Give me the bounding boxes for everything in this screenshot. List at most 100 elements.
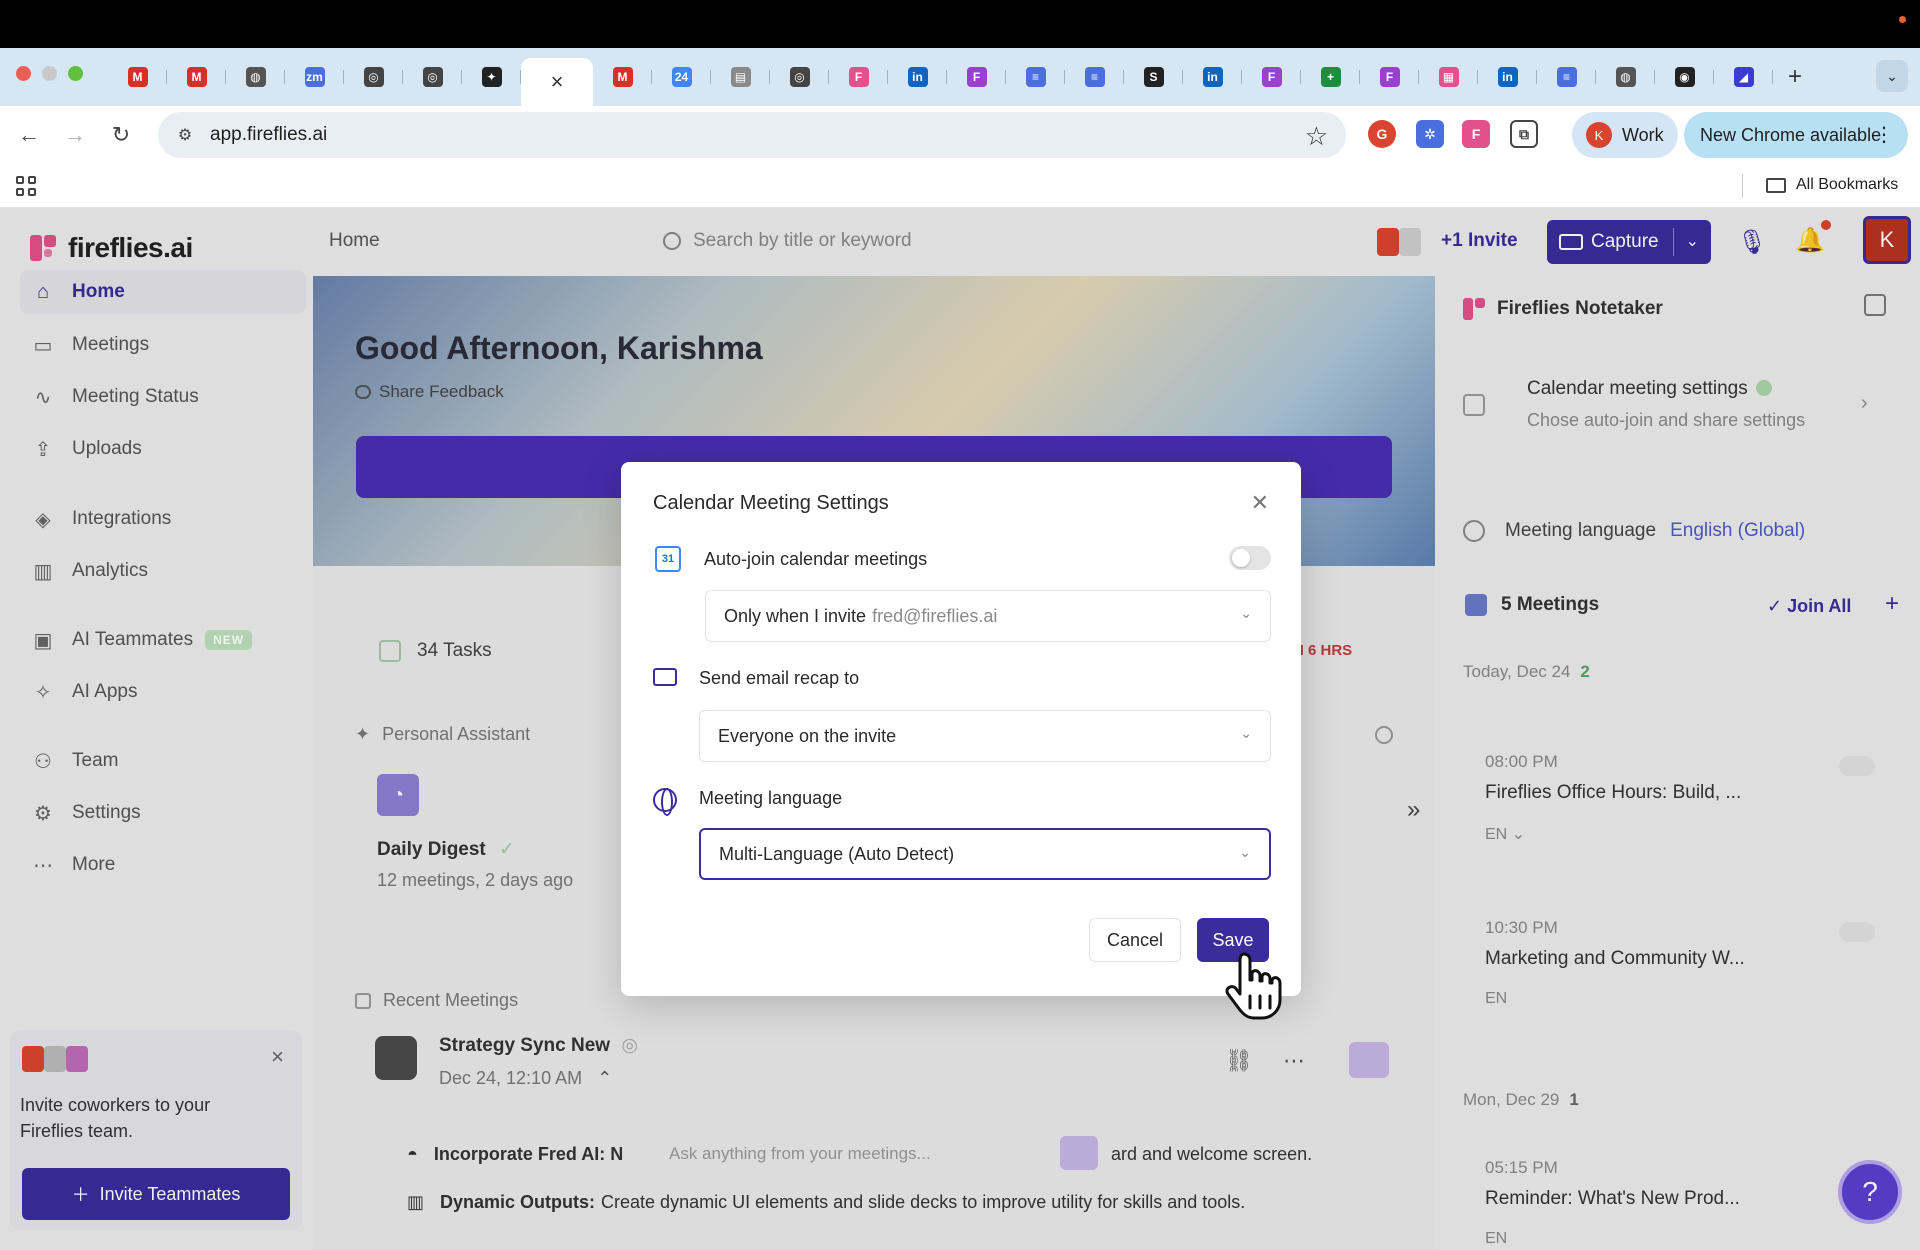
gmail-icon: M <box>612 67 633 87</box>
browser-tab[interactable]: F <box>829 58 888 96</box>
back-icon[interactable]: ← <box>14 120 44 150</box>
bookmark-star-icon[interactable]: ☆ <box>1305 121 1328 152</box>
browser-tab[interactable]: F <box>1242 58 1301 96</box>
fireflies-icon: F <box>848 67 869 87</box>
language-select[interactable]: Multi-Language (Auto Detect) ⌄ <box>699 828 1271 880</box>
close-icon[interactable]: ✕ <box>1251 490 1269 516</box>
browser-tab[interactable]: in <box>888 58 947 96</box>
recap-select[interactable]: Everyone on the invite ⌄ <box>699 710 1271 762</box>
browser-tab[interactable]: zm <box>285 58 344 96</box>
extension-fireflies-icon[interactable]: F <box>1462 120 1490 148</box>
url-text: app.fireflies.ai <box>210 124 328 145</box>
autojoin-select[interactable]: Only when I invite fred@fireflies.ai ⌄ <box>705 590 1271 642</box>
autojoin-select-value: Only when I invite <box>724 605 867 626</box>
extension-blue-icon[interactable]: ✲ <box>1416 120 1444 148</box>
autojoin-toggle[interactable] <box>1229 546 1271 570</box>
globe-icon: ◍ <box>245 67 266 87</box>
fireflies-app: fireflies.ai ⌂ Home ▭ Meetings ∿ Meeting Stat… <box>0 208 1920 1250</box>
autojoin-label: Auto-join calendar meetings <box>704 549 928 569</box>
modal-title: Calendar Meeting Settings <box>653 492 889 514</box>
openai-icon: ◎ <box>363 67 384 87</box>
browser-tab[interactable]: ◎ <box>403 58 462 96</box>
window-minimize-icon[interactable] <box>42 66 57 81</box>
fireflies-icon: F <box>966 67 987 87</box>
extension-red-icon[interactable]: G <box>1368 120 1396 148</box>
linkedin-icon: in <box>1497 67 1518 87</box>
browser-tab-active[interactable]: × <box>521 58 593 106</box>
browser-tab[interactable]: ◢ <box>1714 58 1773 96</box>
github-icon: ◉ <box>1674 67 1695 87</box>
browser-tab[interactable]: S <box>1124 58 1183 96</box>
browser-tab[interactable]: F <box>947 58 1006 96</box>
browser-tab[interactable]: ▤ <box>711 58 770 96</box>
browser-tab[interactable]: ≡ <box>1537 58 1596 96</box>
linkedin-icon: in <box>907 67 928 87</box>
browser-tab[interactable]: + <box>1301 58 1360 96</box>
browser-tab[interactable]: ≡ <box>1065 58 1124 96</box>
sparkle-icon: ✦ <box>481 67 502 87</box>
docs-icon: ≡ <box>1556 67 1577 87</box>
linkedin-icon: in <box>1202 67 1223 87</box>
all-bookmarks-button[interactable]: All Bookmarks <box>1766 176 1898 194</box>
browser-tab[interactable]: ▦ <box>1419 58 1478 96</box>
extensions-puzzle-icon[interactable]: ⧉ <box>1510 120 1538 148</box>
scribd-icon: S <box>1143 67 1164 87</box>
all-bookmarks-label: All Bookmarks <box>1796 176 1899 193</box>
docs-icon: ≡ <box>1084 67 1105 87</box>
openai-icon: ◎ <box>789 67 810 87</box>
browser-tab[interactable]: ◍ <box>1596 58 1655 96</box>
reload-icon[interactable]: ↻ <box>106 120 136 150</box>
tab-search-icon[interactable]: ⌄ <box>1876 60 1908 92</box>
calendar-settings-modal: Calendar Meeting Settings ✕ 31 Auto-join… <box>621 462 1301 996</box>
google-calendar-icon: 31 <box>655 546 681 572</box>
profile-chip[interactable]: K Work <box>1572 112 1678 158</box>
zoom-icon: zm <box>304 67 325 87</box>
browser-tab-bar: M M ◍ zm ◎ ◎ ✦ × M 24 ▤ ◎ Fin F ≡ ≡ Sin F + F ▦ in ≡ ◍ ◉ ◢ + ⌄ <box>0 48 1920 106</box>
browser-tab[interactable]: ✦ <box>462 58 521 96</box>
chevron-down-icon: ⌄ <box>1240 725 1252 741</box>
recap-label: Send email recap to <box>699 668 860 688</box>
forward-icon[interactable]: → <box>60 120 90 150</box>
browser-toolbar: ← → ↻ ⚙ app.fireflies.ai ☆ G ✲ F ⧉ K Wor… <box>0 106 1920 164</box>
folder-icon <box>1766 177 1786 193</box>
language-label: Meeting language <box>699 788 843 808</box>
openai-icon: ◎ <box>422 67 443 87</box>
browser-tab[interactable]: in <box>1183 58 1242 96</box>
close-tab-icon[interactable]: × <box>551 69 564 95</box>
browser-tab[interactable]: ◎ <box>344 58 403 96</box>
apps-grid-icon[interactable] <box>16 176 36 196</box>
window-close-icon[interactable] <box>16 66 31 81</box>
recording-indicator-icon <box>1899 16 1906 23</box>
language-select-value: Multi-Language (Auto Detect) <box>719 843 955 864</box>
os-top-bar <box>0 0 1920 48</box>
new-tab-button[interactable]: + <box>1773 58 1817 96</box>
chevron-down-icon: ⌄ <box>1239 844 1251 860</box>
hand-cursor-icon <box>1225 952 1282 1020</box>
browser-tab[interactable]: M <box>593 58 652 96</box>
browser-tab[interactable]: ◎ <box>770 58 829 96</box>
browser-tab[interactable]: ≡ <box>1006 58 1065 96</box>
browser-tab[interactable]: M <box>167 58 226 96</box>
address-bar[interactable]: ⚙ app.fireflies.ai ☆ <box>158 112 1346 158</box>
fireflies-icon: F <box>1379 67 1400 87</box>
calendar-icon: 24 <box>671 67 692 87</box>
calendar-icon: ▦ <box>1438 67 1459 87</box>
globe-icon <box>653 788 677 816</box>
gmail-icon: M <box>127 67 148 87</box>
autojoin-select-email: fred@fireflies.ai <box>872 605 998 626</box>
profile-name: Work <box>1622 124 1664 145</box>
browser-tab[interactable]: ◉ <box>1655 58 1714 96</box>
profile-avatar: K <box>1586 122 1612 148</box>
browser-tab[interactable]: in <box>1478 58 1537 96</box>
browser-tab[interactable]: ◍ <box>226 58 285 96</box>
browser-tab[interactable]: F <box>1360 58 1419 96</box>
fireflies-icon: F <box>1261 67 1282 87</box>
site-settings-icon[interactable]: ⚙ <box>174 124 196 146</box>
window-maximize-icon[interactable] <box>68 66 83 81</box>
browser-tab[interactable]: 24 <box>652 58 711 96</box>
browser-tab[interactable]: M <box>108 58 167 96</box>
menu-dots-icon[interactable]: ⋮ <box>1874 122 1894 147</box>
tab-strip: M M ◍ zm ◎ ◎ ✦ × M 24 ▤ ◎ Fin F ≡ ≡ Sin F + F ▦ in ≡ ◍ ◉ ◢ + <box>108 58 1817 106</box>
chrome-update-button[interactable]: New Chrome available ⋮ <box>1684 112 1908 158</box>
cancel-button[interactable]: Cancel <box>1089 918 1181 962</box>
